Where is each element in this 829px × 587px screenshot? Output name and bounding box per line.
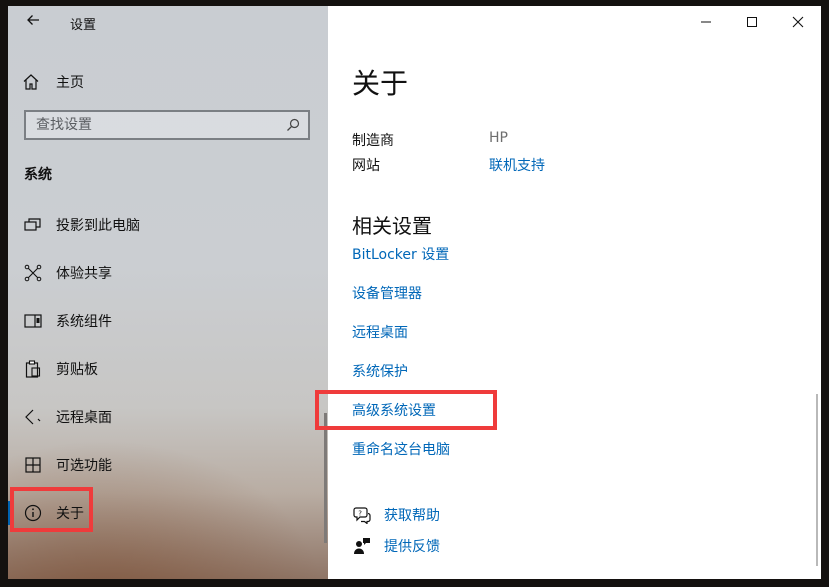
- settings-window: 设置 主页 系统 投影到此电脑 体验共享 系统组件: [8, 6, 821, 579]
- sidebar-scrollbar[interactable]: [324, 413, 327, 543]
- home-icon: [23, 74, 39, 90]
- home-label: 主页: [56, 75, 84, 91]
- maximize-button[interactable]: [729, 6, 775, 38]
- search-box[interactable]: [24, 110, 310, 140]
- grid-icon: [22, 454, 44, 476]
- share-icon: [22, 262, 44, 284]
- remote-desktop-icon: [22, 406, 44, 428]
- manufacturer-value: HP: [489, 130, 508, 146]
- sidebar-item-label: 远程桌面: [56, 410, 112, 426]
- sidebar-item-label: 投影到此电脑: [56, 218, 140, 234]
- close-icon: [792, 16, 804, 28]
- online-support-link[interactable]: 联机支持: [489, 155, 545, 175]
- help-chat-icon: ?: [352, 505, 372, 525]
- sidebar-item-shared[interactable]: 体验共享: [8, 251, 328, 295]
- related-settings-heading: 相关设置: [352, 214, 432, 238]
- minimize-button[interactable]: [683, 6, 729, 38]
- feedback-link[interactable]: 提供反馈: [352, 536, 440, 556]
- sidebar-item-components[interactable]: 系统组件: [8, 299, 328, 343]
- back-arrow-icon: [27, 15, 39, 25]
- sidebar-item-optional-features[interactable]: 可选功能: [8, 443, 328, 487]
- page-title: 关于: [352, 67, 409, 100]
- search-icon[interactable]: [286, 118, 300, 132]
- maximize-icon: [747, 17, 757, 27]
- remote-desktop-link[interactable]: 远程桌面: [352, 322, 408, 342]
- bitlocker-settings-link[interactable]: BitLocker 设置: [352, 244, 449, 264]
- sidebar-item-clipboard[interactable]: 剪贴板: [8, 347, 328, 391]
- svg-text:?: ?: [358, 510, 362, 518]
- manufacturer-label: 制造商: [352, 133, 394, 149]
- section-title: 系统: [24, 167, 52, 183]
- get-help-link[interactable]: ? 获取帮助: [352, 505, 440, 525]
- get-help-label: 获取帮助: [384, 508, 440, 524]
- sidebar-item-label: 体验共享: [56, 266, 112, 282]
- back-button[interactable]: [22, 12, 44, 34]
- sidebar-item-label: 可选功能: [56, 458, 112, 474]
- close-button[interactable]: [775, 6, 821, 38]
- highlight-advanced-system-settings: [315, 390, 497, 430]
- device-manager-link[interactable]: 设备管理器: [352, 283, 422, 303]
- minimize-icon: [701, 21, 711, 23]
- content-pane: 关于 制造商 HP 网站 联机支持 相关设置 BitLocker 设置 设备管理…: [328, 6, 821, 579]
- sidebar-item-project[interactable]: 投影到此电脑: [8, 203, 328, 247]
- search-input[interactable]: [36, 117, 266, 133]
- feedback-label: 提供反馈: [384, 539, 440, 555]
- sidebar-item-label: 剪贴板: [56, 362, 98, 378]
- system-protection-link[interactable]: 系统保护: [352, 361, 408, 381]
- sidebar-item-home[interactable]: 主页: [22, 70, 84, 94]
- content-scrollbar[interactable]: [816, 394, 818, 566]
- app-title: 设置: [70, 18, 97, 33]
- sidebar-item-remote-desktop[interactable]: 远程桌面: [8, 395, 328, 439]
- highlight-about: [10, 487, 93, 532]
- website-label: 网站: [352, 158, 380, 174]
- components-icon: [22, 310, 44, 332]
- feedback-icon: [352, 536, 372, 556]
- rename-pc-link[interactable]: 重命名这台电脑: [352, 439, 450, 459]
- sidebar-item-label: 系统组件: [56, 314, 112, 330]
- clipboard-icon: [22, 358, 44, 380]
- projector-icon: [22, 214, 44, 236]
